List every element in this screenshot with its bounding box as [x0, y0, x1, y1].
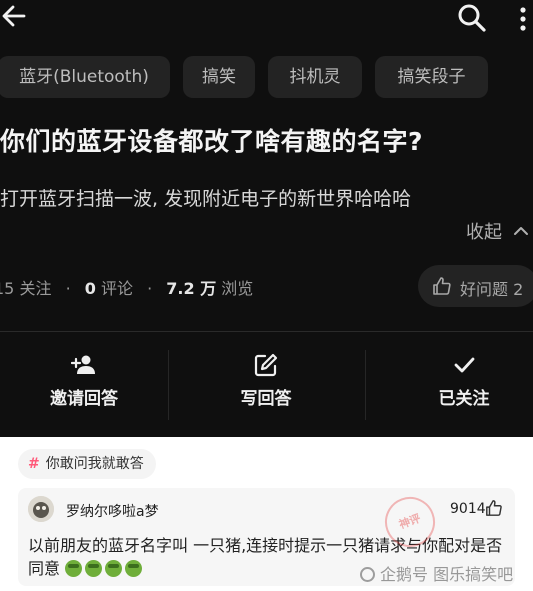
tag-bluetooth[interactable]: 蓝牙(Bluetooth) — [0, 56, 170, 98]
more-vertical-icon[interactable] — [515, 4, 531, 34]
views-count: 7.2 万 — [166, 279, 217, 298]
green-face-emoji — [65, 560, 83, 577]
question-stats: 15 关注 · 0 评论 · 7.2 万 浏览 — [0, 275, 253, 299]
topic-chip[interactable]: # 你敢问我就敢答 — [18, 449, 156, 479]
answer-text-line1: 以前朋友的蓝牙名字叫 一只猪,连接时提示一只猪请求与你配对是否 — [28, 536, 503, 555]
collapse-button[interactable]: 收起 — [466, 218, 502, 244]
screen: 蓝牙(Bluetooth) 搞笑 抖机灵 搞笑段子 你们的蓝牙设备都改了啥有趣的… — [0, 0, 533, 591]
good-question-button[interactable]: 好问题 2 — [418, 265, 533, 307]
question-title: 你们的蓝牙设备都改了啥有趣的名字? — [0, 127, 424, 156]
search-icon[interactable] — [456, 2, 488, 34]
topic-label: 你敢问我就敢答 — [45, 456, 144, 472]
add-user-icon — [71, 355, 95, 374]
invite-answer-button[interactable]: 邀请回答 — [0, 332, 168, 437]
good-question-label: 好问题 2 — [460, 280, 524, 299]
answer-text-line2: 同意 — [28, 559, 61, 578]
edit-icon — [254, 353, 278, 377]
check-icon — [454, 357, 475, 373]
arrow-left-icon[interactable] — [0, 2, 28, 30]
question-description: 打开蓝牙扫描一波, 发现附近电子的新世界哈哈哈 — [0, 188, 412, 210]
action-bar: 邀请回答 写回答 已关注 — [0, 332, 533, 437]
views-label: 浏览 — [221, 279, 254, 298]
followers-label: 关注 — [19, 279, 52, 298]
avatar[interactable] — [28, 496, 54, 522]
watermark-logo-icon — [360, 567, 375, 582]
thumbs-up-icon[interactable] — [485, 499, 503, 517]
question-header: 蓝牙(Bluetooth) 搞笑 抖机灵 搞笑段子 你们的蓝牙设备都改了啥有趣的… — [0, 0, 533, 437]
invite-answer-label: 邀请回答 — [50, 389, 118, 409]
stats-separator: · — [65, 279, 71, 298]
answer-like-count: 9014 — [450, 501, 486, 517]
top-bar — [0, 0, 533, 40]
write-answer-button[interactable]: 写回答 — [182, 332, 350, 437]
comments-count: 0 — [84, 279, 96, 298]
chevron-up-icon[interactable] — [512, 222, 530, 240]
answer-username[interactable]: 罗纳尔哆啦a梦 — [66, 501, 159, 521]
stats-separator: · — [147, 279, 153, 298]
green-face-emoji — [125, 560, 143, 577]
avatar-image — [28, 496, 54, 522]
follow-label: 已关注 — [438, 389, 490, 409]
hash-icon: # — [28, 456, 40, 472]
watermark: 企鹅号 图乐搞笑吧 — [360, 561, 513, 585]
tag-jokes[interactable]: 搞笑段子 — [375, 56, 488, 98]
emoji-row — [65, 560, 145, 583]
tag-wit[interactable]: 抖机灵 — [268, 56, 362, 98]
follow-button[interactable]: 已关注 — [380, 332, 533, 437]
green-face-emoji — [105, 560, 123, 577]
green-face-emoji — [85, 560, 103, 577]
thumbs-up-icon — [433, 277, 451, 295]
tag-funny[interactable]: 搞笑 — [183, 56, 255, 98]
watermark-text: 企鹅号 图乐搞笑吧 — [380, 565, 514, 584]
action-separator — [168, 350, 169, 420]
comments-label[interactable]: 评论 — [101, 279, 133, 298]
answer-section: # 你敢问我就敢答 罗纳尔哆啦a梦 9014 以前朋友的蓝牙名字叫 一只猪,连接时… — [0, 437, 533, 591]
followers-count: 15 — [0, 279, 15, 298]
action-separator — [365, 350, 366, 420]
write-answer-label: 写回答 — [240, 389, 292, 409]
